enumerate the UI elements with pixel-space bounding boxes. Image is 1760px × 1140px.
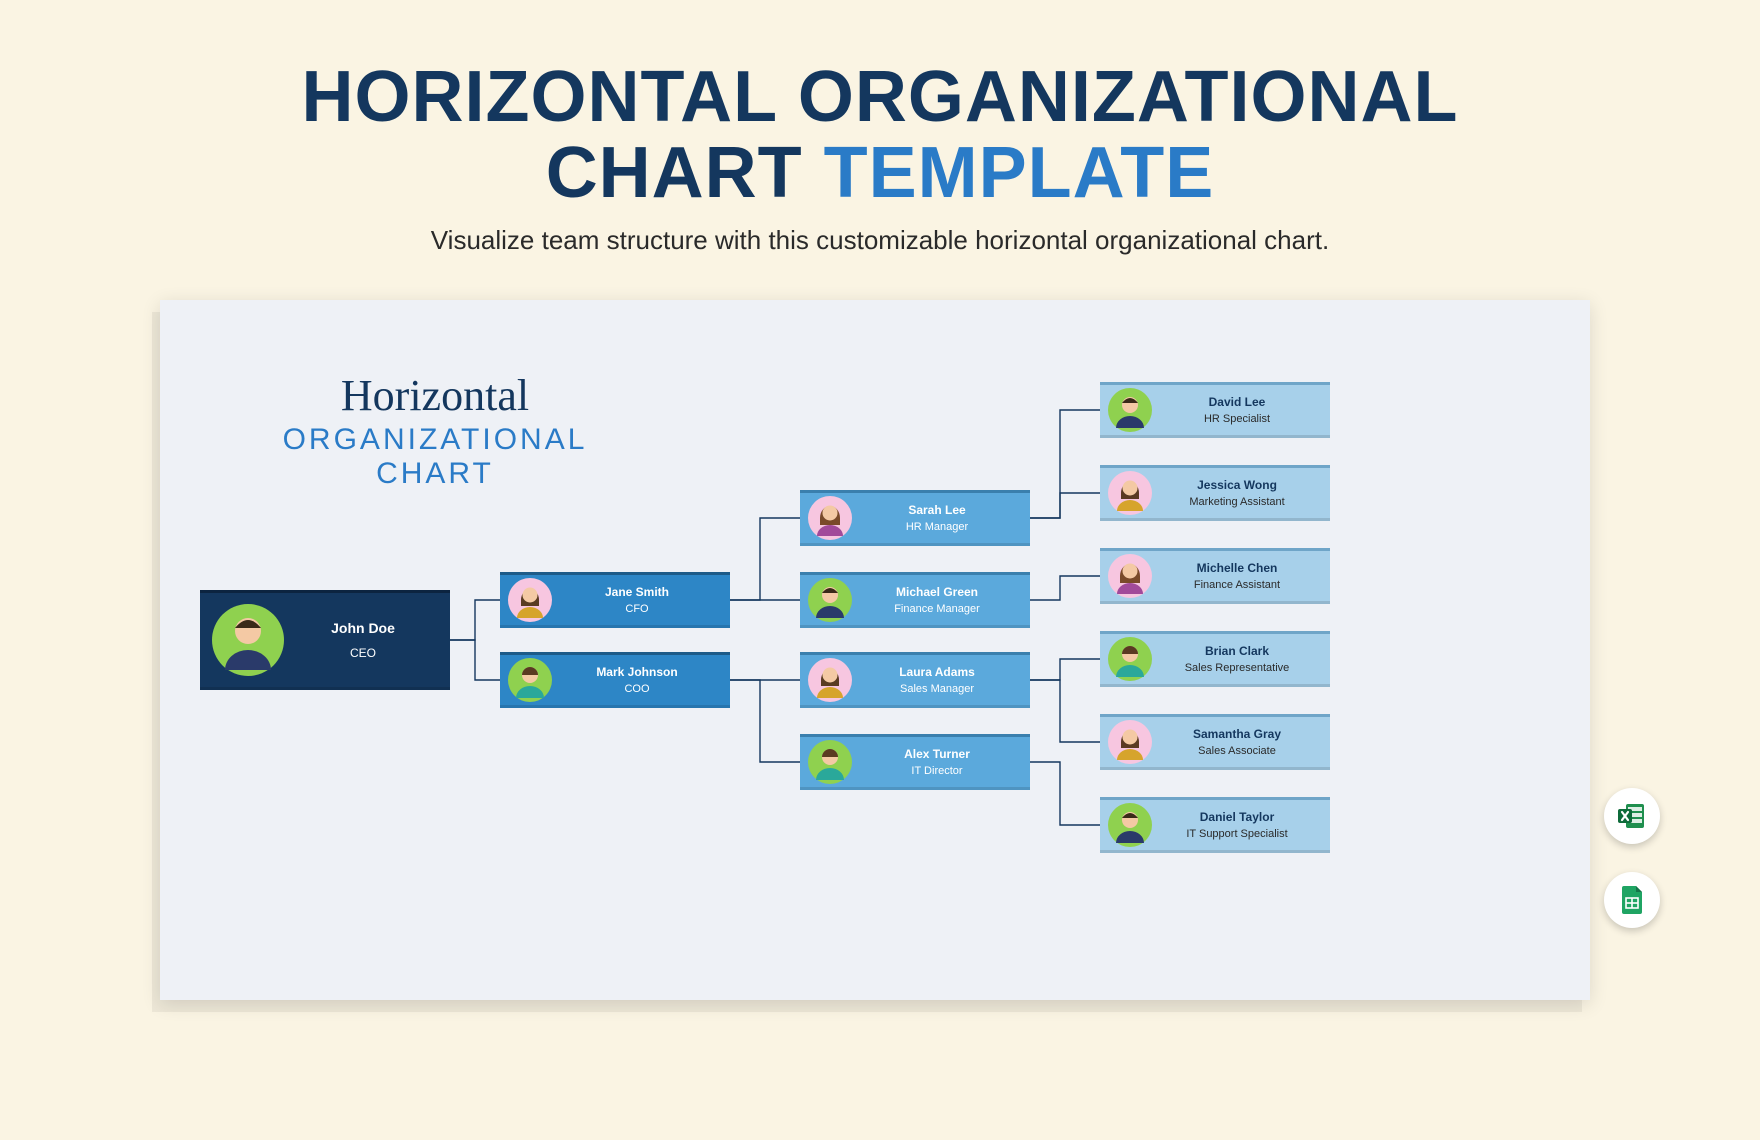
node-role: Sales Associate — [1152, 745, 1322, 757]
org-node-ceo: John Doe CEO — [200, 590, 450, 690]
node-name: Daniel Taylor — [1152, 810, 1322, 824]
excel-badge[interactable] — [1604, 788, 1660, 844]
node-name: Michelle Chen — [1152, 561, 1322, 575]
node-name: Mark Johnson — [552, 665, 722, 679]
node-name: Jessica Wong — [1152, 478, 1322, 492]
title-word-template: TEMPLATE — [824, 133, 1215, 213]
avatar-icon — [808, 578, 852, 622]
excel-icon — [1616, 800, 1648, 832]
org-node-cfo: Jane Smith CFO — [500, 572, 730, 628]
avatar-icon — [808, 740, 852, 784]
node-role: Finance Assistant — [1152, 579, 1322, 591]
google-sheets-icon — [1616, 884, 1648, 916]
chart-heading-script: Horizontal — [220, 370, 650, 421]
org-node-sales-associate: Samantha Gray Sales Associate — [1100, 714, 1330, 770]
node-role: Marketing Assistant — [1152, 496, 1322, 508]
node-name: David Lee — [1152, 395, 1322, 409]
org-node-hr-specialist: David Lee HR Specialist — [1100, 382, 1330, 438]
node-name: Sarah Lee — [852, 503, 1022, 517]
avatar-icon — [808, 496, 852, 540]
org-node-finance-assistant: Michelle Chen Finance Assistant — [1100, 548, 1330, 604]
chart-heading-plain: ORGANIZATIONAL CHART — [220, 423, 650, 491]
avatar-icon — [1108, 554, 1152, 598]
org-node-it-director: Alex Turner IT Director — [800, 734, 1030, 790]
node-role: Finance Manager — [852, 603, 1022, 615]
node-role: HR Specialist — [1152, 413, 1322, 425]
org-node-hr-manager: Sarah Lee HR Manager — [800, 490, 1030, 546]
node-role: IT Support Specialist — [1152, 828, 1322, 840]
node-role: CEO — [284, 646, 442, 660]
avatar-icon — [1108, 471, 1152, 515]
node-role: IT Director — [852, 765, 1022, 777]
node-name: Jane Smith — [552, 585, 722, 599]
node-name: John Doe — [284, 620, 442, 636]
node-name: Brian Clark — [1152, 644, 1322, 658]
node-name: Laura Adams — [852, 665, 1022, 679]
node-name: Samantha Gray — [1152, 727, 1322, 741]
avatar-icon — [808, 658, 852, 702]
node-role: HR Manager — [852, 521, 1022, 533]
title-line-1: HORIZONTAL ORGANIZATIONAL — [0, 60, 1760, 136]
title-word-chart: CHART — [546, 133, 803, 213]
google-sheets-badge[interactable] — [1604, 872, 1660, 928]
node-role: Sales Representative — [1152, 662, 1322, 674]
chart-canvas: Horizontal ORGANIZATIONAL CHART — [160, 300, 1590, 1000]
avatar-icon — [1108, 720, 1152, 764]
org-node-sales-manager: Laura Adams Sales Manager — [800, 652, 1030, 708]
page-title: HORIZONTAL ORGANIZATIONAL CHART TEMPLATE — [0, 0, 1760, 211]
org-node-it-support: Daniel Taylor IT Support Specialist — [1100, 797, 1330, 853]
org-node-finance-manager: Michael Green Finance Manager — [800, 572, 1030, 628]
avatar-icon — [508, 578, 552, 622]
node-name: Michael Green — [852, 585, 1022, 599]
avatar-icon — [212, 604, 284, 676]
org-node-coo: Mark Johnson COO — [500, 652, 730, 708]
avatar-icon — [508, 658, 552, 702]
node-role: Sales Manager — [852, 683, 1022, 695]
org-node-marketing-assistant: Jessica Wong Marketing Assistant — [1100, 465, 1330, 521]
org-node-sales-rep: Brian Clark Sales Representative — [1100, 631, 1330, 687]
node-name: Alex Turner — [852, 747, 1022, 761]
title-line-2: CHART TEMPLATE — [0, 136, 1760, 212]
avatar-icon — [1108, 803, 1152, 847]
avatar-icon — [1108, 388, 1152, 432]
page-subtitle: Visualize team structure with this custo… — [0, 225, 1760, 256]
node-role: CFO — [552, 603, 722, 615]
chart-heading: Horizontal ORGANIZATIONAL CHART — [220, 370, 650, 491]
node-role: COO — [552, 683, 722, 695]
avatar-icon — [1108, 637, 1152, 681]
